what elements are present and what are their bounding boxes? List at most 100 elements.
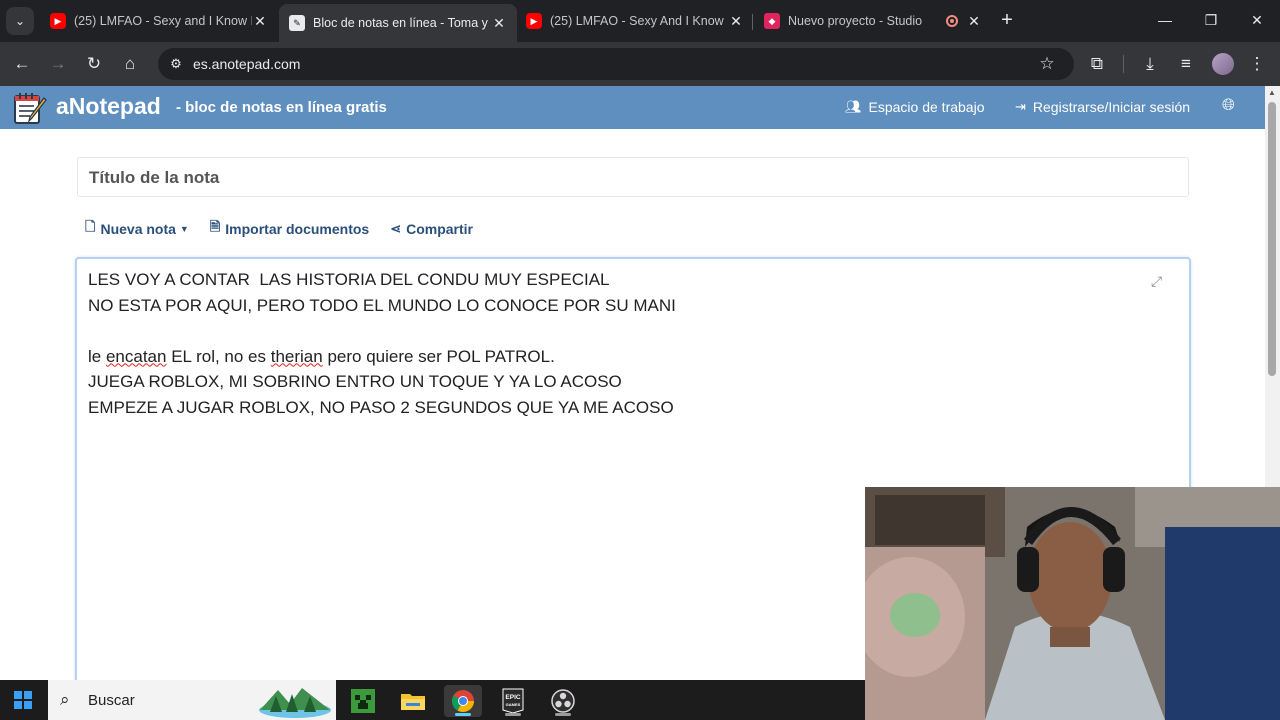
epic-games-taskbar-button[interactable]: EPIC GAMES (494, 685, 532, 717)
downloads-icon[interactable]: ⤓ (1136, 50, 1164, 78)
new-note-dropdown[interactable]: 🗋 Nueva nota ▼ (85, 218, 189, 240)
note-line: EMPEZE A JUGAR ROBLOX, NO PASO 2 SEGUNDO… (88, 397, 674, 417)
minimize-button[interactable]: — (1142, 6, 1188, 34)
chrome-icon (452, 690, 474, 712)
file-explorer-taskbar-button[interactable] (394, 685, 432, 717)
note-title-placeholder: Título de la nota (89, 168, 220, 187)
note-line-spellchecked: le encatan EL rol, no es therian pero qu… (88, 344, 676, 370)
fullscreen-expand-icon[interactable]: ⤢ (1151, 273, 1167, 289)
note-actions-bar: 🗋 Nueva nota ▼ 🗎 Importar documentos ⋖ C… (85, 219, 494, 239)
misspelled-word: therian (270, 346, 323, 366)
site-settings-icon[interactable]: ⚙ (166, 54, 186, 74)
address-bar[interactable]: ⚙ es.anotepad.com ☆ (158, 48, 1074, 80)
share-label: Compartir (406, 221, 474, 237)
note-title-input[interactable]: Título de la nota (77, 157, 1189, 197)
scroll-thumb[interactable] (1268, 102, 1276, 376)
svg-text:EPIC: EPIC (505, 694, 520, 701)
youtube-icon: ▶ (50, 13, 66, 29)
new-file-icon: 🗋 (85, 219, 96, 234)
running-app-indicator (505, 713, 521, 716)
taskbar-search-box[interactable]: ⌕ Buscar (48, 680, 336, 720)
notepad-logo-icon[interactable] (12, 91, 48, 125)
brand-tagline: - bloc de notas en línea gratis (176, 99, 387, 116)
recording-icon (946, 15, 958, 27)
import-file-icon: 🗎 (209, 219, 221, 234)
back-arrow-icon[interactable]: ← (8, 50, 36, 78)
new-tab-button[interactable]: + (996, 9, 1018, 31)
obs-icon (551, 689, 575, 713)
windows-start-icon[interactable] (14, 691, 32, 709)
url-text: es.anotepad.com (193, 56, 301, 72)
tab-separator (752, 14, 753, 30)
search-highlight-landscape-icon (259, 688, 331, 718)
text-run: EL rol, no es (166, 346, 271, 366)
tab-youtube-2[interactable]: ▶ (25) LMFAO - Sexy And I Know I ✕ (516, 6, 754, 36)
toolbar-separator (1123, 55, 1124, 73)
site-header: aNotepad - bloc de notas en línea gratis… (0, 86, 1265, 129)
browser-tab-strip: ⌄ ▶ (25) LMFAO - Sexy and I Know I ✕ ✎ B… (0, 0, 1280, 42)
import-label: Importar documentos (225, 221, 370, 237)
users-icon: 👥︎ (845, 99, 862, 114)
bookmark-star-icon[interactable]: ☆ (1036, 53, 1058, 75)
obs-taskbar-button[interactable] (544, 685, 582, 717)
youtube-icon: ▶ (526, 13, 542, 29)
brand-name[interactable]: aNotepad (56, 93, 161, 120)
tab-youtube-1[interactable]: ▶ (25) LMFAO - Sexy and I Know I ✕ (40, 6, 278, 36)
note-line: JUEGA ROBLOX, MI SOBRINO ENTRO UN TOQUE … (88, 372, 622, 391)
restore-button[interactable]: ❐ (1188, 6, 1234, 34)
tab-search-button[interactable]: ⌄ (6, 7, 34, 35)
workspace-link[interactable]: 👥︎ Espacio de trabajo (845, 99, 984, 115)
tab-title: (25) LMFAO - Sexy And I Know I (550, 14, 728, 28)
caret-down-icon: ▼ (179, 224, 189, 234)
note-line (88, 318, 676, 344)
signin-label: Registrarse/Iniciar sesión (1032, 99, 1191, 115)
text-run: pero quiere ser POL PATROL. (322, 346, 555, 366)
note-content: LES VOY A CONTAR LAS HISTORIA DEL CONDU … (88, 267, 676, 420)
share-button[interactable]: ⋖ Compartir (390, 221, 473, 237)
note-line: NO ESTA POR AQUI, PERO TODO EL MUNDO LO … (88, 295, 676, 315)
svg-text:GAMES: GAMES (506, 702, 521, 707)
active-app-indicator (455, 713, 471, 716)
close-tab-icon[interactable]: ✕ (252, 13, 268, 30)
workspace-label: Espacio de trabajo (868, 99, 985, 115)
search-icon: ⌕ (60, 690, 70, 709)
studio-icon: ◆ (764, 13, 780, 29)
webcam-feed-image (865, 487, 1280, 720)
minecraft-taskbar-button[interactable] (344, 685, 382, 717)
close-tab-icon[interactable]: ✕ (491, 15, 507, 32)
reload-icon[interactable]: ↻ (80, 50, 108, 78)
epic-games-icon: EPIC GAMES (502, 688, 524, 714)
chrome-taskbar-button[interactable] (444, 685, 482, 717)
menu-kebab-icon[interactable]: ⋮ (1243, 50, 1271, 78)
close-tab-icon[interactable]: ✕ (966, 13, 982, 30)
language-globe-icon[interactable]: 🌐︎ (1222, 97, 1235, 115)
home-icon[interactable]: ⌂ (116, 50, 144, 78)
tab-studio[interactable]: ◆ Nuevo proyecto - Studio ✕ (754, 6, 992, 36)
tab-title: (25) LMFAO - Sexy and I Know I (74, 14, 252, 28)
sign-in-icon: ⇥ (1015, 99, 1026, 114)
close-window-button[interactable]: ✕ (1234, 6, 1280, 34)
minecraft-icon (351, 689, 375, 713)
file-explorer-icon (401, 694, 425, 710)
search-placeholder: Buscar (88, 692, 135, 709)
running-app-indicator (555, 713, 571, 716)
tab-title: Bloc de notas en línea - Toma y (313, 16, 488, 30)
scroll-up-arrow-icon[interactable]: ▲ (1268, 88, 1276, 97)
media-controls-icon[interactable]: ≡ (1172, 50, 1200, 78)
profile-avatar[interactable] (1212, 53, 1234, 75)
webcam-overlay (865, 487, 1280, 720)
signin-link[interactable]: ⇥ Registrarse/Iniciar sesión (1015, 99, 1190, 115)
close-tab-icon[interactable]: ✕ (728, 13, 744, 30)
note-line: LES VOY A CONTAR LAS HISTORIA DEL CONDU … (88, 270, 610, 289)
windows-taskbar: ⌕ Buscar EPIC GAMES (0, 680, 865, 720)
import-documents-button[interactable]: 🗎 Importar documentos (210, 218, 369, 240)
tab-title: Nuevo proyecto - Studio (788, 14, 923, 28)
misspelled-word: encatan (105, 346, 167, 366)
forward-arrow-icon[interactable]: → (44, 50, 72, 78)
new-note-label: Nueva nota (100, 221, 176, 237)
extensions-icon[interactable]: ⧉ (1083, 50, 1111, 78)
tab-anotepad[interactable]: ✎ Bloc de notas en línea - Toma y ✕ (279, 4, 517, 42)
notepad-favicon: ✎ (289, 15, 305, 31)
share-icon: ⋖ (390, 221, 402, 236)
browser-toolbar: ← → ↻ ⌂ ⚙ es.anotepad.com ☆ ⧉ ⤓ ≡ ⋮ (0, 42, 1280, 86)
